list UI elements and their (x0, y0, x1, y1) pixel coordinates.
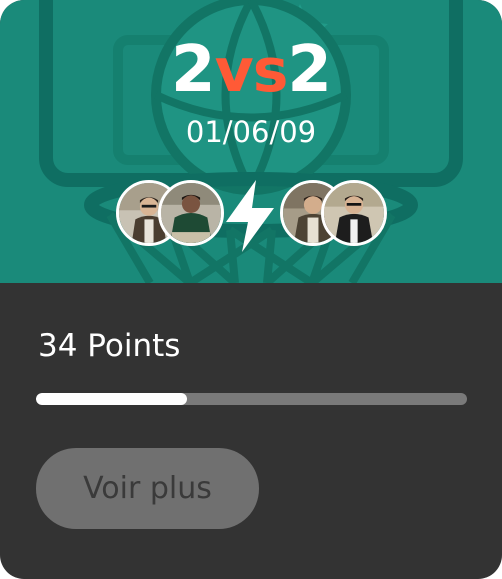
see-more-button[interactable]: Voir plus (36, 448, 259, 529)
player-avatar-icon (161, 183, 221, 243)
match-date: 01/06/09 (185, 115, 317, 149)
player-avatar-icon (324, 183, 384, 243)
match-format-left: 2 (171, 33, 216, 107)
points-label: 34 Points (38, 328, 181, 364)
points-progress-bar (36, 393, 467, 405)
match-format-title: 2vs2 (0, 34, 502, 107)
match-card: 2vs2 01/06/09 34 Points Voir plus (0, 0, 502, 579)
match-format-vs: vs (214, 36, 289, 106)
avatar (158, 180, 224, 246)
lightning-bolt-icon (226, 180, 274, 252)
match-format-right: 2 (287, 33, 332, 107)
points-progress-fill (36, 393, 187, 405)
avatar (321, 180, 387, 246)
match-hero: 2vs2 01/06/09 (0, 0, 502, 283)
